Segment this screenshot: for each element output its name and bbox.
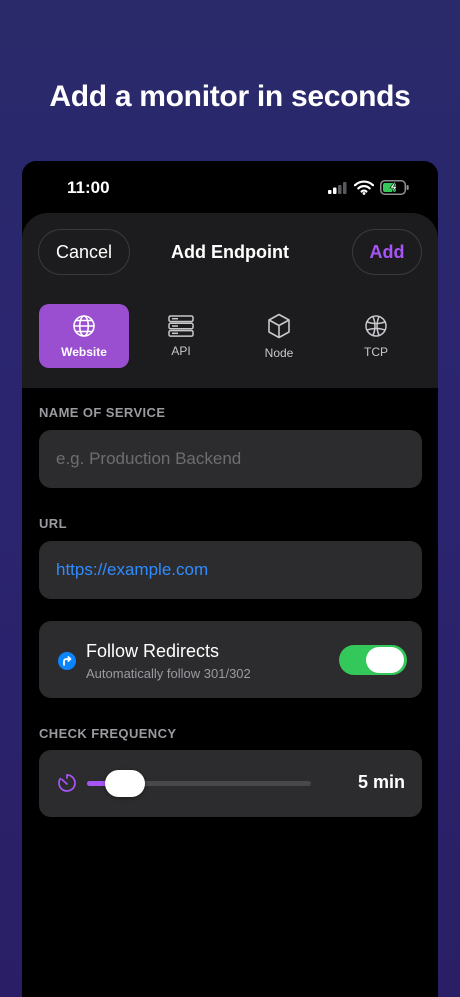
follow-redirects-subtitle: Automatically follow 301/302 — [86, 666, 251, 681]
frequency-value: 5 min — [357, 772, 405, 792]
type-tab-website[interactable]: Website — [39, 304, 129, 368]
service-name-input[interactable]: e.g. Production Backend — [39, 430, 422, 488]
type-tab-tcp[interactable]: TCP — [331, 304, 421, 368]
add-endpoint-sheet-header: Cancel Add Endpoint Add Website API Node… — [22, 213, 438, 388]
add-button[interactable]: Add — [352, 229, 422, 275]
type-tab-label: Node — [264, 345, 294, 360]
type-tab-label: Website — [61, 344, 107, 359]
type-tab-label: API — [171, 343, 191, 358]
check-frequency-card: 5 min — [39, 750, 422, 817]
cellular-signal-icon — [328, 182, 347, 194]
url-label: URL — [39, 516, 67, 531]
toggle-knob — [366, 647, 404, 673]
follow-redirects-row: Follow Redirects Automatically follow 30… — [39, 621, 422, 698]
cube-icon — [268, 313, 290, 338]
globe-icon — [73, 314, 95, 337]
wifi-icon — [354, 180, 374, 195]
check-frequency-label: CHECK FREQUENCY — [39, 726, 177, 741]
type-tab-label: TCP — [364, 344, 388, 359]
follow-redirects-toggle[interactable] — [339, 645, 407, 675]
timer-icon — [58, 774, 76, 792]
follow-redirects-title: Follow Redirects — [86, 641, 220, 661]
phone-screen: 11:00 Cancel Add Endpoint Add Website AP… — [22, 161, 438, 997]
network-globe-icon — [365, 314, 387, 337]
status-bar: 11:00 — [22, 161, 438, 213]
type-tab-node[interactable]: Node — [234, 304, 324, 368]
name-of-service-label: NAME OF SERVICE — [39, 405, 166, 420]
url-input[interactable]: https://example.com — [39, 541, 422, 599]
redirect-arrow-icon — [58, 652, 76, 670]
status-time: 11:00 — [67, 178, 110, 197]
battery-charging-icon — [380, 180, 409, 195]
frequency-slider-thumb[interactable] — [105, 770, 146, 797]
promo-headline: Add a monitor in seconds — [49, 80, 411, 113]
server-icon — [168, 314, 194, 337]
type-tab-api[interactable]: API — [136, 304, 226, 368]
